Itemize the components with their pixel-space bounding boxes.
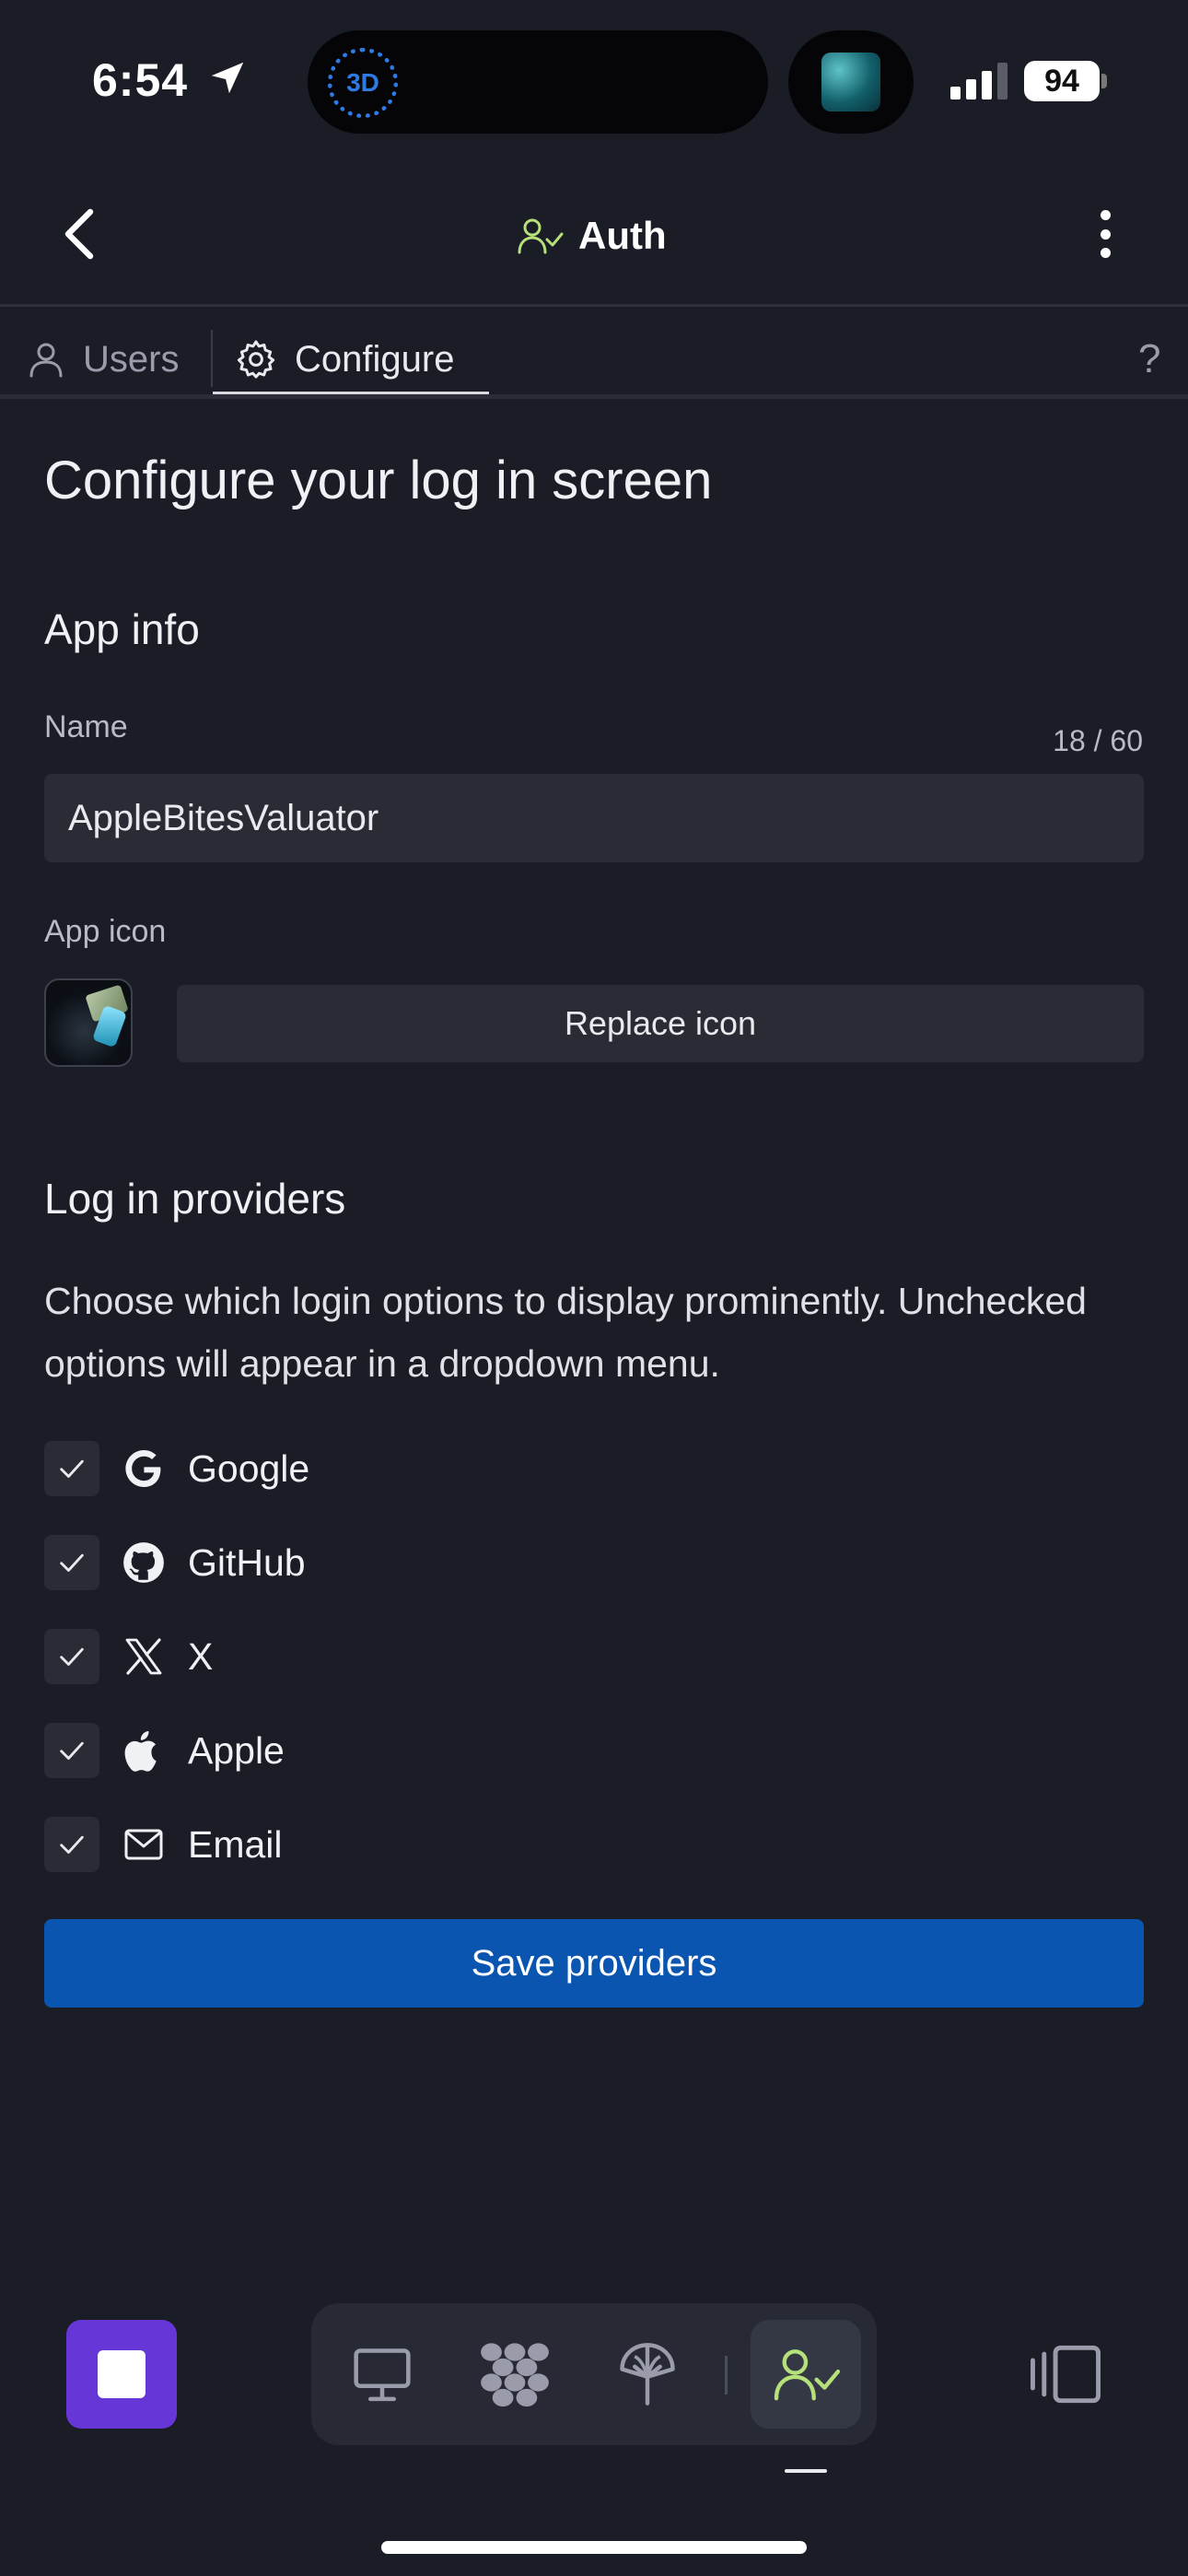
apple-label: Apple [188,1728,285,1772]
dynamic-island-3d-badge: 3D [328,48,398,118]
github-icon [120,1539,168,1587]
apple-icon [120,1727,168,1774]
cellular-signal-icon [950,63,1007,100]
name-label: Name [44,709,128,744]
dock-separator [725,2356,728,2395]
x-label: X [188,1634,214,1678]
tab-users[interactable]: Users [26,322,179,396]
tab-separator [211,330,213,387]
x-checkbox[interactable] [44,1629,99,1684]
user-check-icon [518,218,564,254]
tab-users-label: Users [83,338,180,380]
app-icon-preview [44,978,133,1067]
apps-grid-icon[interactable] [477,2336,553,2412]
stop-icon [98,2350,146,2398]
device-preview-icon[interactable] [1028,2344,1103,2405]
battery-nub [1101,74,1107,88]
gear-icon [237,340,275,379]
login-providers-heading: Log in providers [44,1175,346,1223]
x-icon [120,1633,168,1680]
provider-row-github: GitHub [44,1535,306,1590]
monitor-icon[interactable] [344,2336,420,2412]
help-button[interactable]: ? [1138,322,1160,396]
back-chevron-icon[interactable] [55,206,103,262]
checkmark-icon [60,1459,84,1478]
providers-description: Choose which login options to display pr… [44,1280,1087,1385]
status-time: 6:54 [92,54,189,106]
mail-icon [120,1821,168,1868]
email-label: Email [188,1822,283,1866]
tabs-divider [0,394,1188,399]
app-icon-label: App icon [44,914,167,949]
replace-icon-button[interactable]: Replace icon [177,985,1144,1062]
stop-button[interactable] [66,2320,177,2429]
page-title: Configure your log in screen [44,451,713,510]
home-indicator[interactable] [381,2541,807,2554]
header-divider [0,304,1188,307]
apple-checkbox[interactable] [44,1723,99,1778]
tab-configure-label: Configure [295,338,455,380]
name-character-counter: 18 / 60 [1053,724,1143,757]
checkmark-icon [60,1553,84,1572]
save-providers-button[interactable]: Save providers [44,1919,1144,2008]
google-icon [120,1445,168,1493]
deploy-icon[interactable] [610,2336,685,2412]
github-checkbox[interactable] [44,1535,99,1590]
github-label: GitHub [188,1540,306,1584]
location-arrow-icon [211,62,244,94]
checkmark-icon [60,1647,84,1666]
email-checkbox[interactable] [44,1817,99,1872]
provider-row-email: Email [44,1817,283,1872]
google-checkbox[interactable] [44,1441,99,1496]
app-name-input[interactable]: AppleBitesValuator [44,774,1144,862]
header-title: Auth [578,214,667,257]
checkmark-icon [60,1741,84,1760]
auth-user-check-icon[interactable] [768,2336,844,2412]
battery-indicator: 94 [1024,61,1100,101]
activity-artwork [821,53,880,111]
provider-row-x: X [44,1629,213,1684]
more-menu-icon[interactable] [1087,205,1124,263]
active-dock-indicator [785,2469,827,2473]
app-info-heading: App info [44,605,200,653]
user-icon [29,343,63,378]
google-label: Google [188,1446,310,1490]
header-title-group: Auth [516,208,667,263]
provider-row-google: Google [44,1441,309,1496]
checkmark-icon [60,1835,84,1854]
provider-row-apple: Apple [44,1723,285,1778]
tab-configure[interactable]: Configure [234,322,454,396]
